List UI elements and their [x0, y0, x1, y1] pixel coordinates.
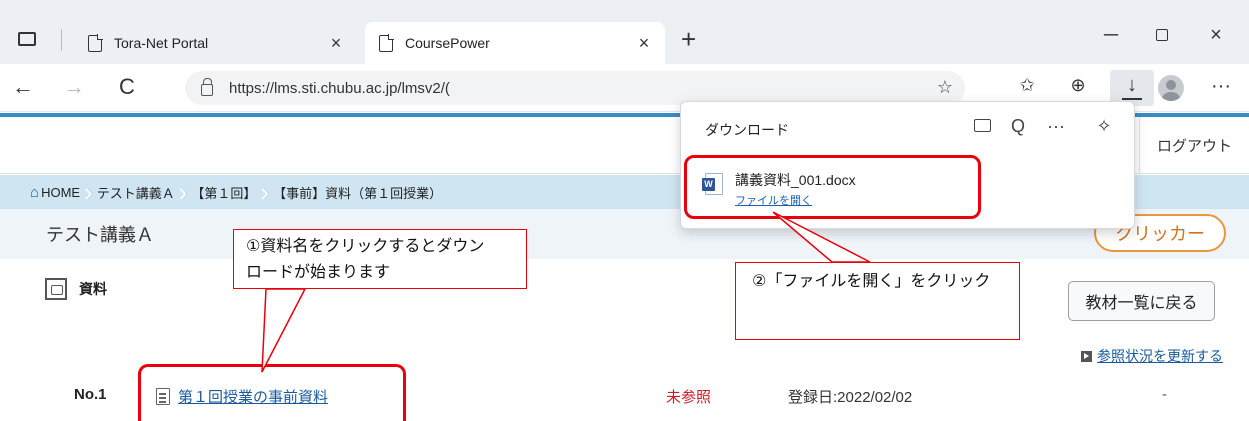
tab-actions-icon[interactable]	[18, 30, 38, 50]
forward-icon[interactable]: →	[59, 74, 89, 100]
folder-icon[interactable]	[969, 116, 995, 137]
lock-icon[interactable]	[201, 78, 213, 96]
callout-1-leader	[261, 288, 307, 373]
tab-close-icon[interactable]: ×	[631, 33, 657, 54]
materials-heading-label: 資料	[79, 281, 107, 297]
chevron-right-icon: ›	[178, 177, 188, 207]
breadcrumb-home[interactable]: ⌂ HOME	[30, 184, 80, 201]
view-status: 未参照	[666, 389, 712, 406]
download-item-highlight	[684, 155, 981, 219]
tab-title: CoursePower	[405, 35, 490, 51]
favorites-icon[interactable]: ✩	[1012, 75, 1042, 96]
materials-heading: 資料	[45, 278, 107, 300]
course-name: テスト講義Ａ	[46, 225, 154, 245]
tab-close-icon[interactable]: ×	[323, 33, 349, 54]
tab-coursepower[interactable]: CoursePower ×	[365, 22, 665, 64]
reload-icon[interactable]: C	[112, 74, 142, 100]
close-window-button[interactable]: ×	[1196, 24, 1236, 47]
browser-tab-strip: Tora-Net Portal × CoursePower × + ─ ×	[0, 0, 1249, 64]
page-icon	[379, 33, 394, 52]
more-icon[interactable]: ···	[1043, 116, 1069, 137]
back-icon[interactable]: ←	[8, 74, 38, 100]
download-arrow: ↓	[1127, 74, 1137, 96]
download-bar	[1122, 98, 1142, 100]
search-icon[interactable]: Q	[1005, 116, 1031, 137]
chevron-right-icon: ›	[84, 177, 93, 207]
play-icon	[1081, 350, 1092, 362]
callout-1-line1: ①資料名をクリックするとダウン	[246, 238, 485, 255]
breadcrumb-current: 【事前】資料（第１回授業）	[273, 185, 443, 201]
callout-1-line2: ロードが始まります	[246, 264, 391, 281]
new-tab-button[interactable]: +	[681, 26, 696, 52]
maximize-button[interactable]	[1142, 24, 1182, 47]
breadcrumb-home-label: HOME	[41, 184, 81, 200]
downloads-title: ダウンロード	[705, 122, 789, 138]
minimize-button[interactable]: ─	[1091, 24, 1131, 47]
screenshot-root: Tora-Net Portal × CoursePower × + ─ × ← …	[0, 0, 1249, 421]
page-icon	[88, 33, 103, 52]
row-number: No.1	[74, 386, 107, 403]
chevron-right-icon: ›	[260, 177, 270, 207]
callout-2-text: ②「ファイルを開く」をクリック	[752, 273, 991, 290]
avatar-icon[interactable]	[1158, 75, 1184, 101]
materials-icon	[45, 278, 67, 300]
material-link-highlight	[138, 364, 406, 421]
callout-step-1: ①資料名をクリックするとダウン ロードが始まります	[233, 229, 527, 289]
add-favorite-icon[interactable]: ☆	[937, 77, 953, 98]
breadcrumb-session[interactable]: 【第１回】	[191, 183, 256, 202]
registered-date: 登録日:2022/02/02	[788, 389, 913, 406]
home-icon: ⌂	[30, 183, 40, 201]
back-to-materials-button[interactable]: 教材一覧に戻る	[1068, 281, 1215, 321]
tab-tora-net-portal[interactable]: Tora-Net Portal ×	[74, 22, 357, 64]
callout-step-2: ②「ファイルを開く」をクリック	[735, 262, 1020, 340]
logout-button[interactable]: ログアウト	[1139, 117, 1249, 174]
collections-icon[interactable]: ⊕	[1063, 75, 1093, 96]
breadcrumb-course[interactable]: テスト講義Ａ	[97, 183, 175, 202]
tab-title: Tora-Net Portal	[114, 35, 209, 51]
address-url[interactable]: https://lms.sti.chubu.ac.jp/lmsv2/(	[229, 80, 450, 97]
pin-icon[interactable]: ✧	[1091, 116, 1117, 137]
tab-divider	[61, 29, 62, 51]
row-extra: -	[1162, 386, 1167, 403]
more-icon[interactable]: ···	[1206, 75, 1236, 98]
refresh-status-label: 参照状況を更新する	[1097, 348, 1223, 364]
maximize-icon	[1156, 29, 1168, 41]
address-bar[interactable]: https://lms.sti.chubu.ac.jp/lmsv2/( ☆	[185, 71, 965, 105]
refresh-status-link[interactable]: 参照状況を更新する	[1081, 346, 1223, 366]
